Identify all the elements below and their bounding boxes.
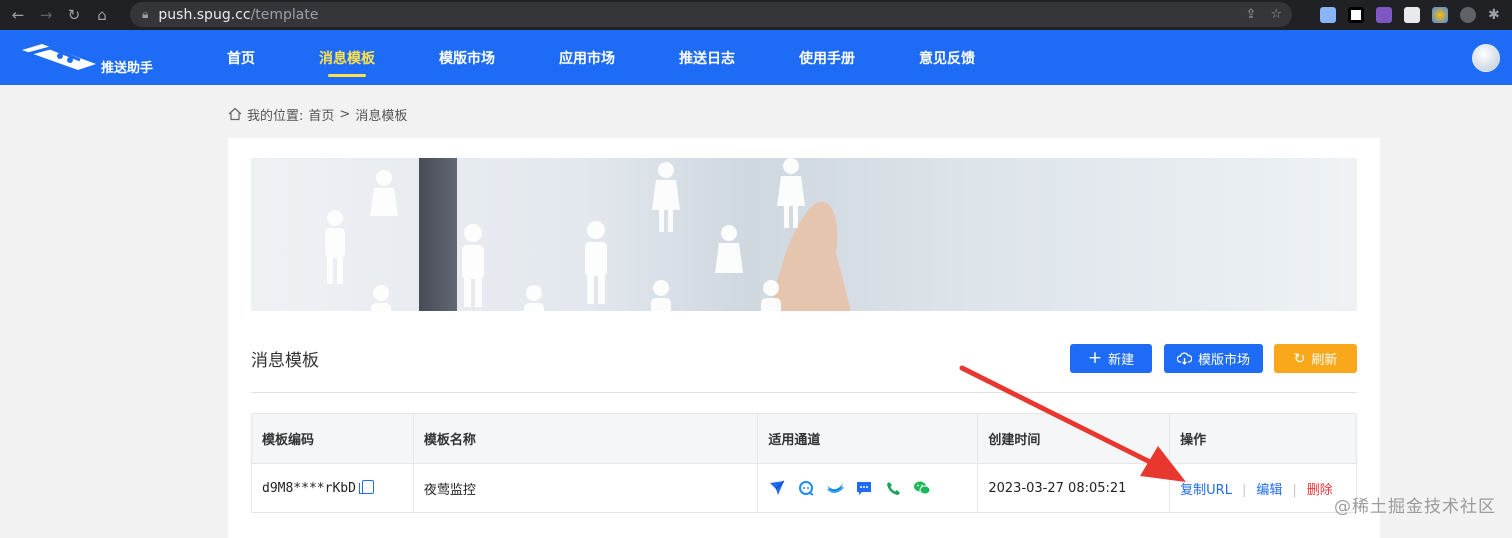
reload-icon[interactable]: ↻	[60, 1, 88, 29]
feishu-icon	[768, 479, 786, 497]
table-row: d9M8****rKbD 夜莺监控	[252, 464, 1357, 513]
breadcrumb-prefix: 我的位置:	[247, 105, 303, 124]
edit-link[interactable]: 编辑	[1256, 483, 1282, 498]
menu-item-template-market[interactable]: 模版市场	[420, 30, 514, 85]
email-icon	[826, 479, 844, 497]
actions-cell: 复制URL | 编辑 | 删除	[1170, 464, 1357, 513]
template-market-button[interactable]: 模版市场	[1164, 344, 1263, 373]
created-time: 2023-03-27 08:05:21	[978, 464, 1170, 513]
watermark: @稀土掘金技术社区	[1334, 492, 1496, 517]
cloud-download-icon	[1177, 352, 1192, 365]
market-button-label: 模版市场	[1198, 349, 1250, 368]
extension-icon[interactable]	[1376, 7, 1392, 23]
breadcrumb-current: 消息模板	[355, 105, 407, 124]
breadcrumb: 我的位置: 首页 > 消息模板	[228, 104, 407, 124]
action-separator: |	[1292, 483, 1296, 498]
app-header: 推送助手 首页 消息模板 模版市场 应用市场 推送日志 使用手册 意见反馈	[0, 30, 1512, 85]
extension-icon[interactable]	[1432, 7, 1448, 23]
menu-item-manual[interactable]: 使用手册	[780, 30, 874, 85]
breadcrumb-home[interactable]: 首页	[308, 105, 334, 124]
banner-image	[251, 158, 1357, 311]
header-code: 模板编码	[252, 414, 414, 464]
table-header-row: 模板编码 模板名称 适用通道 创建时间 操作	[252, 414, 1357, 464]
template-name: 夜莺监控	[413, 464, 758, 513]
divider	[251, 392, 1357, 393]
home-icon[interactable]: ⌂	[88, 1, 116, 29]
avatar[interactable]	[1472, 44, 1500, 72]
refresh-button-label: 刷新	[1311, 349, 1337, 368]
template-code: d9M8****rKbD	[262, 481, 356, 496]
lock-icon: 🔒︎	[142, 7, 148, 22]
refresh-button[interactable]: ↻ 刷新	[1274, 344, 1357, 373]
back-icon[interactable]: ←	[4, 1, 32, 29]
delete-link[interactable]: 删除	[1307, 483, 1333, 498]
extension-icon[interactable]	[1460, 7, 1476, 23]
section-title: 消息模板	[251, 346, 319, 371]
phone-icon	[884, 479, 902, 497]
bookmark-star-icon[interactable]: ☆	[1270, 7, 1282, 22]
menu-item-push-log[interactable]: 推送日志	[660, 30, 754, 85]
share-icon[interactable]: ⇪	[1245, 7, 1256, 22]
extension-icon[interactable]	[1348, 7, 1364, 23]
url-host: push.spug.cc	[158, 7, 250, 23]
menu-item-feedback[interactable]: 意见反馈	[900, 30, 994, 85]
app-name: 推送助手	[101, 57, 153, 76]
menu-item-app-market[interactable]: 应用市场	[540, 30, 634, 85]
new-template-button[interactable]: + 新建	[1070, 344, 1152, 373]
forward-icon[interactable]: →	[32, 1, 60, 29]
sms-icon	[855, 479, 873, 497]
copy-url-link[interactable]: 复制URL	[1180, 483, 1232, 498]
header-created: 创建时间	[978, 414, 1170, 464]
dingtalk-icon	[797, 479, 815, 497]
plus-icon: +	[1088, 350, 1102, 367]
header-actions: 操作	[1170, 414, 1357, 464]
refresh-icon: ↻	[1294, 351, 1306, 367]
copy-icon[interactable]	[362, 480, 374, 494]
qr-extension-icon[interactable]	[1404, 7, 1420, 23]
browser-toolbar: ← → ↻ ⌂ 🔒︎ push.spug.cc/template ⇪ ☆ ✱	[0, 0, 1512, 30]
home-outline-icon	[228, 107, 242, 121]
address-bar[interactable]: 🔒︎ push.spug.cc/template ⇪ ☆	[130, 2, 1292, 27]
menu-item-templates[interactable]: 消息模板	[300, 30, 394, 85]
header-channels: 适用通道	[758, 414, 978, 464]
url-path: /template	[251, 7, 319, 23]
logo-icon	[20, 42, 98, 72]
new-button-label: 新建	[1108, 349, 1134, 368]
action-separator: |	[1242, 483, 1246, 498]
breadcrumb-separator: >	[339, 107, 350, 122]
content-card: 消息模板 + 新建 模版市场 ↻ 刷新 模板编码 模板名称 适用通道 创建时间 …	[228, 138, 1380, 538]
main-menu: 首页 消息模板 模版市场 应用市场 推送日志 使用手册 意见反馈	[208, 30, 1020, 85]
menu-item-home[interactable]: 首页	[208, 30, 274, 85]
wechat-icon	[913, 479, 931, 497]
header-name: 模板名称	[413, 414, 758, 464]
templates-table: 模板编码 模板名称 适用通道 创建时间 操作 d9M8****rKbD 夜莺监控	[251, 413, 1357, 513]
channels-cell	[758, 464, 978, 513]
extension-icon[interactable]	[1320, 7, 1336, 23]
puzzle-icon[interactable]: ✱	[1488, 7, 1504, 23]
template-code-cell: d9M8****rKbD	[252, 464, 414, 513]
